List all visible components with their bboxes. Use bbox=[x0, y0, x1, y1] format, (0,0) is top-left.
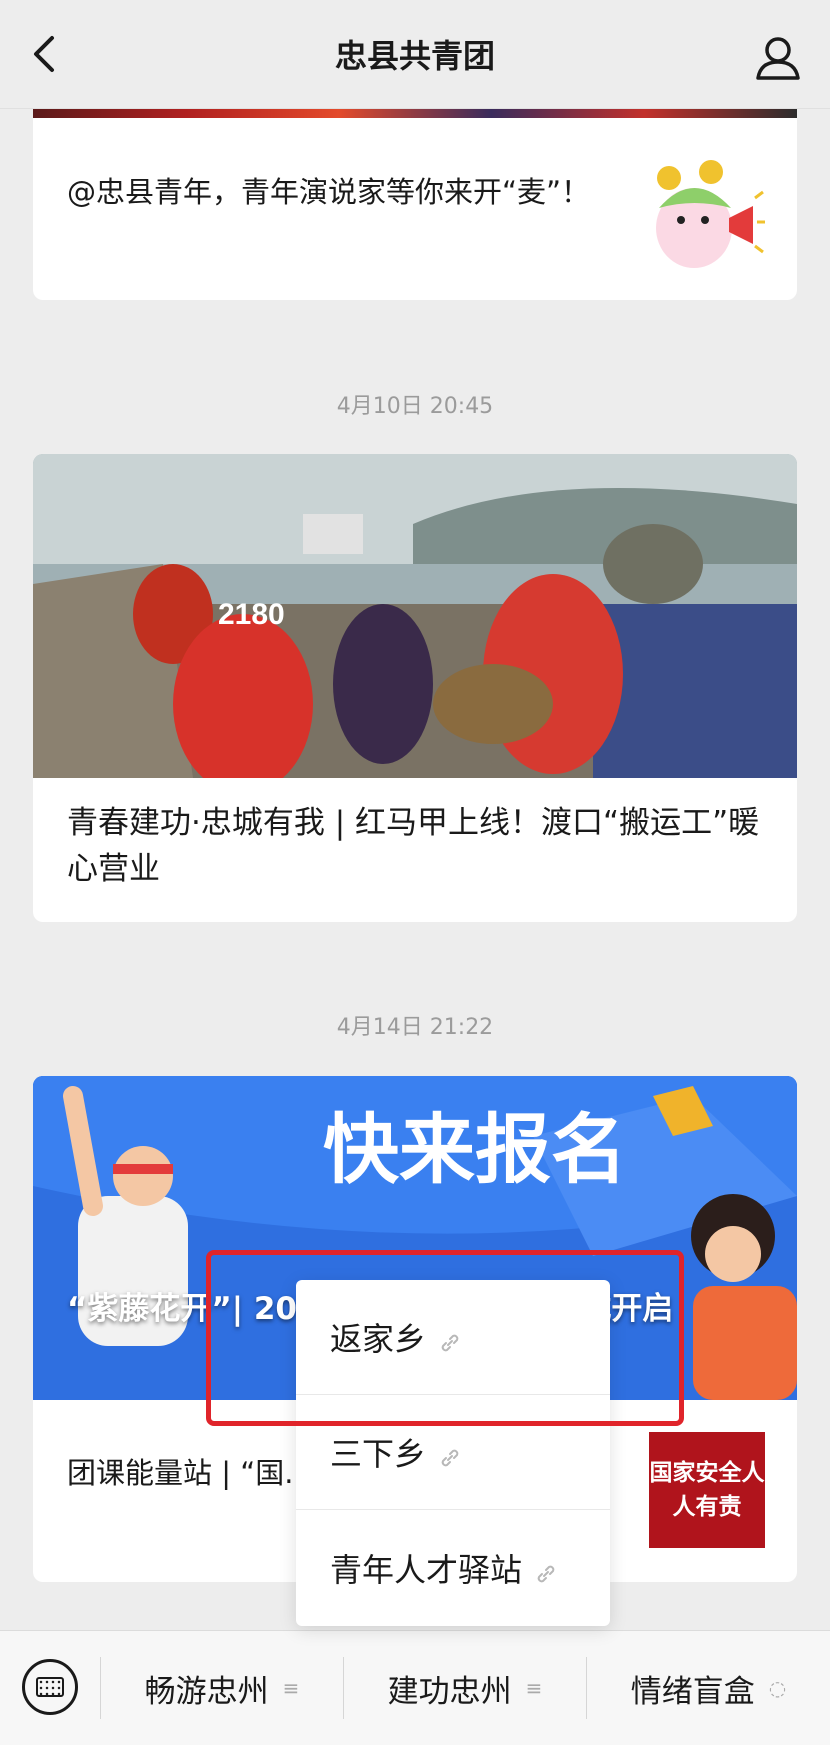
menu-item[interactable]: 建功忠州 ≡ bbox=[344, 1631, 586, 1745]
timestamp: 4月14日 21:22 bbox=[336, 1015, 494, 1040]
link-icon bbox=[534, 1556, 558, 1582]
mascot-icon bbox=[649, 158, 767, 276]
link-icon bbox=[438, 1440, 462, 1467]
submenu-item-label: 三下乡 bbox=[330, 1435, 427, 1473]
submenu-item-label: 青年人才驿站 bbox=[330, 1550, 523, 1589]
menu-item[interactable]: 情绪盲盒 ◌ bbox=[587, 1631, 830, 1745]
menu-item[interactable]: 畅游忠州 ≡ bbox=[101, 1631, 343, 1745]
page-title: 忠县共青团 bbox=[334, 37, 495, 75]
profile-icon[interactable] bbox=[752, 32, 804, 84]
menu-item-label: 建功忠州 bbox=[387, 1673, 512, 1710]
keyboard-icon[interactable] bbox=[22, 1659, 78, 1715]
submenu-item[interactable]: 青年人才驿站 bbox=[296, 1510, 610, 1625]
highlight-box bbox=[206, 1250, 684, 1426]
article-title: 青春建功·忠城有我 | 红马甲上线！渡口“搬运工”暖心营业 bbox=[67, 805, 760, 887]
poster-headline: 快来报名 bbox=[323, 1105, 627, 1194]
menu-item-label: 情绪盲盒 bbox=[630, 1673, 755, 1710]
article-card[interactable]: @忠县青年，青年演说家等你来开“麦”！ bbox=[33, 100, 797, 300]
national-security-thumbnail: 国家安全人人有责 bbox=[649, 1432, 765, 1548]
article-title: @忠县青年，青年演说家等你来开“麦”！ bbox=[67, 175, 591, 209]
menu-item-label: 畅游忠州 bbox=[144, 1673, 269, 1710]
chat-bubble-icon: ◌ bbox=[768, 1676, 787, 1700]
svg-text:2180: 2180 bbox=[218, 598, 285, 631]
timestamp: 4月10日 20:45 bbox=[336, 394, 494, 419]
cover-photo: 2180 bbox=[33, 454, 797, 778]
submenu-icon: ≡ bbox=[282, 1676, 300, 1700]
article-card[interactable]: 2180 青春建功·忠城有我 | 红马甲上线！渡口“搬运工”暖心营业 bbox=[33, 454, 797, 922]
submenu-icon: ≡ bbox=[525, 1676, 543, 1700]
bottom-menu-bar: 畅游忠州 ≡ 建功忠州 ≡ 情绪盲盒 ◌ bbox=[0, 1630, 830, 1745]
top-bar: 忠县共青团 bbox=[0, 0, 830, 109]
